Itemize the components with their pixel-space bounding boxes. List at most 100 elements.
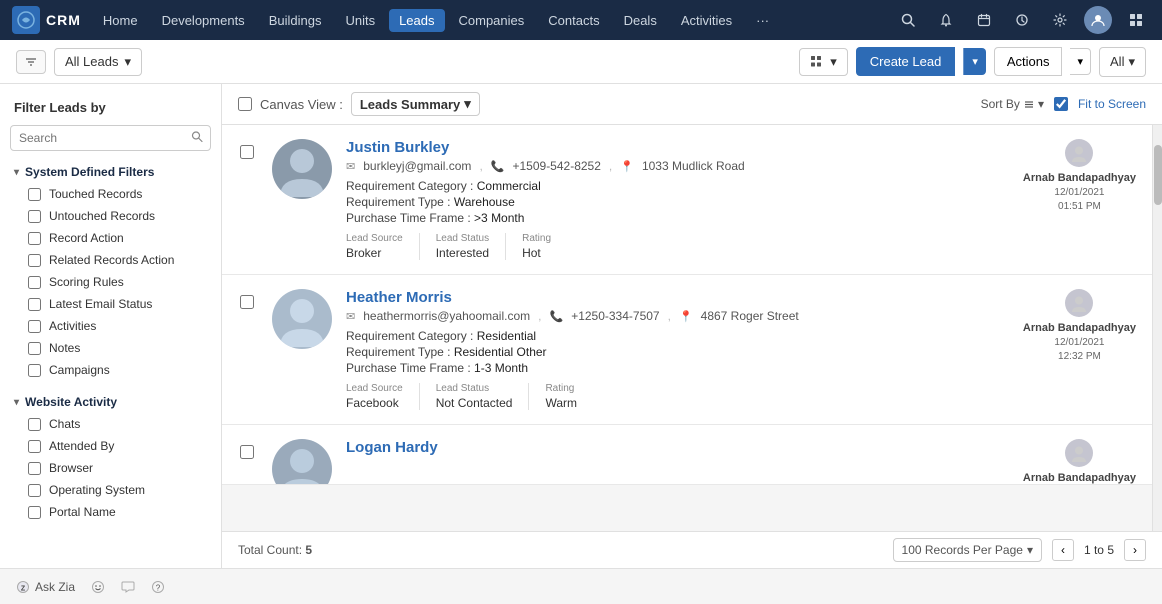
filter-checkbox[interactable] [28, 210, 41, 223]
filter-label: Browser [49, 461, 93, 475]
filter-checkbox[interactable] [28, 298, 41, 311]
website-activity-label: Website Activity [25, 395, 117, 409]
filter-checkbox[interactable] [28, 484, 41, 497]
nav-activities[interactable]: Activities [671, 9, 742, 32]
filter-item[interactable]: Attended By [0, 435, 221, 457]
filter-checkbox[interactable] [28, 462, 41, 475]
calendar-icon[interactable] [970, 6, 998, 34]
actions-arrow[interactable]: ▾ [1070, 48, 1091, 75]
view-chevron-icon: ▾ [830, 54, 837, 70]
lead-checkbox[interactable] [240, 445, 254, 459]
emoji-icon[interactable] [91, 580, 105, 594]
filter-checkbox[interactable] [28, 440, 41, 453]
filter-item[interactable]: Browser [0, 457, 221, 479]
filter-item[interactable]: Operating System [0, 479, 221, 501]
filter-label: Notes [49, 341, 80, 355]
search-icon[interactable] [894, 6, 922, 34]
svg-text:Z: Z [21, 585, 26, 592]
filter-item[interactable]: Latest Email Status [0, 293, 221, 315]
lead-address[interactable]: 1033 Mudlick Road [642, 159, 745, 173]
clock-icon[interactable] [1008, 6, 1036, 34]
search-icon [191, 131, 203, 146]
filter-label: Related Records Action [49, 253, 174, 267]
lead-address[interactable]: 4867 Roger Street [701, 309, 799, 323]
scrollbar-thumb[interactable] [1154, 145, 1162, 205]
nav-deals[interactable]: Deals [614, 9, 667, 32]
logo[interactable]: CRM [12, 6, 81, 34]
nav-companies[interactable]: Companies [449, 9, 535, 32]
nav-home[interactable]: Home [93, 9, 148, 32]
ask-zia-item[interactable]: Z Ask Zia [16, 580, 75, 594]
agent-avatar [1065, 139, 1093, 167]
all-label: All [1110, 54, 1124, 69]
scrollbar-track[interactable] [1152, 125, 1162, 531]
lead-status-value: Not Contacted [436, 396, 513, 410]
filter-item[interactable]: Notes [0, 337, 221, 359]
filter-item[interactable]: Chats [0, 413, 221, 435]
lead-email[interactable]: burkleyj@gmail.com [363, 159, 471, 173]
canvas-right: Sort By ▾ Fit to Screen [981, 97, 1146, 111]
filter-item[interactable]: Untouched Records [0, 205, 221, 227]
filter-checkbox[interactable] [28, 342, 41, 355]
filter-label: Untouched Records [49, 209, 155, 223]
nav-leads[interactable]: Leads [389, 9, 444, 32]
filter-checkbox[interactable] [28, 188, 41, 201]
filter-checkbox[interactable] [28, 232, 41, 245]
notifications-icon[interactable] [932, 6, 960, 34]
filter-item[interactable]: Record Action [0, 227, 221, 249]
lead-checkbox[interactable] [240, 145, 254, 159]
filter-checkbox[interactable] [28, 276, 41, 289]
lead-phone[interactable]: +1509-542-8252 [512, 159, 600, 173]
lead-rating-value: Hot [522, 246, 551, 260]
filter-label: Chats [49, 417, 80, 431]
filter-checkbox[interactable] [28, 418, 41, 431]
filter-checkbox[interactable] [28, 320, 41, 333]
canvas-view-dropdown[interactable]: Leads Summary ▾ [351, 92, 480, 116]
filter-item[interactable]: Related Records Action [0, 249, 221, 271]
sidebar: Filter Leads by System Defined Filters T… [0, 84, 222, 568]
actions-button[interactable]: Actions [994, 47, 1063, 76]
lead-source-value: Facebook [346, 396, 403, 410]
agent-avatar [1065, 439, 1093, 467]
filter-item[interactable]: Portal Name [0, 501, 221, 523]
nav-contacts[interactable]: Contacts [538, 9, 609, 32]
website-activity-section[interactable]: Website Activity [0, 389, 221, 413]
lead-name[interactable]: Heather Morris [346, 289, 1009, 306]
filter-checkbox[interactable] [28, 254, 41, 267]
create-lead-button[interactable]: Create Lead [856, 47, 956, 76]
view-toggle[interactable]: ▾ [799, 48, 848, 76]
sort-by-button[interactable]: Sort By ▾ [981, 97, 1044, 111]
lead-phone[interactable]: +1250-334-7507 [571, 309, 659, 323]
fit-screen-checkbox[interactable] [1054, 97, 1068, 111]
settings-icon[interactable] [1046, 6, 1074, 34]
filter-item[interactable]: Campaigns [0, 359, 221, 381]
help-icon[interactable]: ? [151, 580, 165, 594]
filter-checkbox[interactable] [28, 506, 41, 519]
filter-item[interactable]: Scoring Rules [0, 271, 221, 293]
nav-buildings[interactable]: Buildings [259, 9, 332, 32]
system-filters-section[interactable]: System Defined Filters [0, 159, 221, 183]
nav-developments[interactable]: Developments [152, 9, 255, 32]
nav-more[interactable]: ··· [746, 9, 779, 32]
grid-icon[interactable] [1122, 6, 1150, 34]
user-avatar[interactable] [1084, 6, 1112, 34]
filter-checkbox[interactable] [28, 364, 41, 377]
lead-checkbox[interactable] [240, 295, 254, 309]
lead-name[interactable]: Logan Hardy [346, 439, 1009, 456]
all-dropdown[interactable]: All ▾ [1099, 47, 1146, 77]
prev-page-button[interactable]: ‹ [1052, 539, 1074, 561]
filter-item[interactable]: Activities [0, 315, 221, 337]
filter-item[interactable]: Touched Records [0, 183, 221, 205]
search-input[interactable] [10, 125, 211, 151]
select-all-checkbox[interactable] [238, 97, 252, 111]
create-lead-arrow[interactable]: ▾ [963, 48, 986, 75]
chat-icon[interactable] [121, 580, 135, 594]
next-page-button[interactable]: › [1124, 539, 1146, 561]
nav-units[interactable]: Units [335, 9, 385, 32]
filter-button[interactable] [16, 50, 46, 74]
system-filters-label: System Defined Filters [25, 165, 154, 179]
lead-name[interactable]: Justin Burkley [346, 139, 1009, 156]
records-per-page-dropdown[interactable]: 100 Records Per Page ▾ [893, 538, 1042, 562]
leads-filter-dropdown[interactable]: All Leads ▾ [54, 48, 142, 76]
lead-email[interactable]: heathermorris@yahoomail.com [363, 309, 530, 323]
